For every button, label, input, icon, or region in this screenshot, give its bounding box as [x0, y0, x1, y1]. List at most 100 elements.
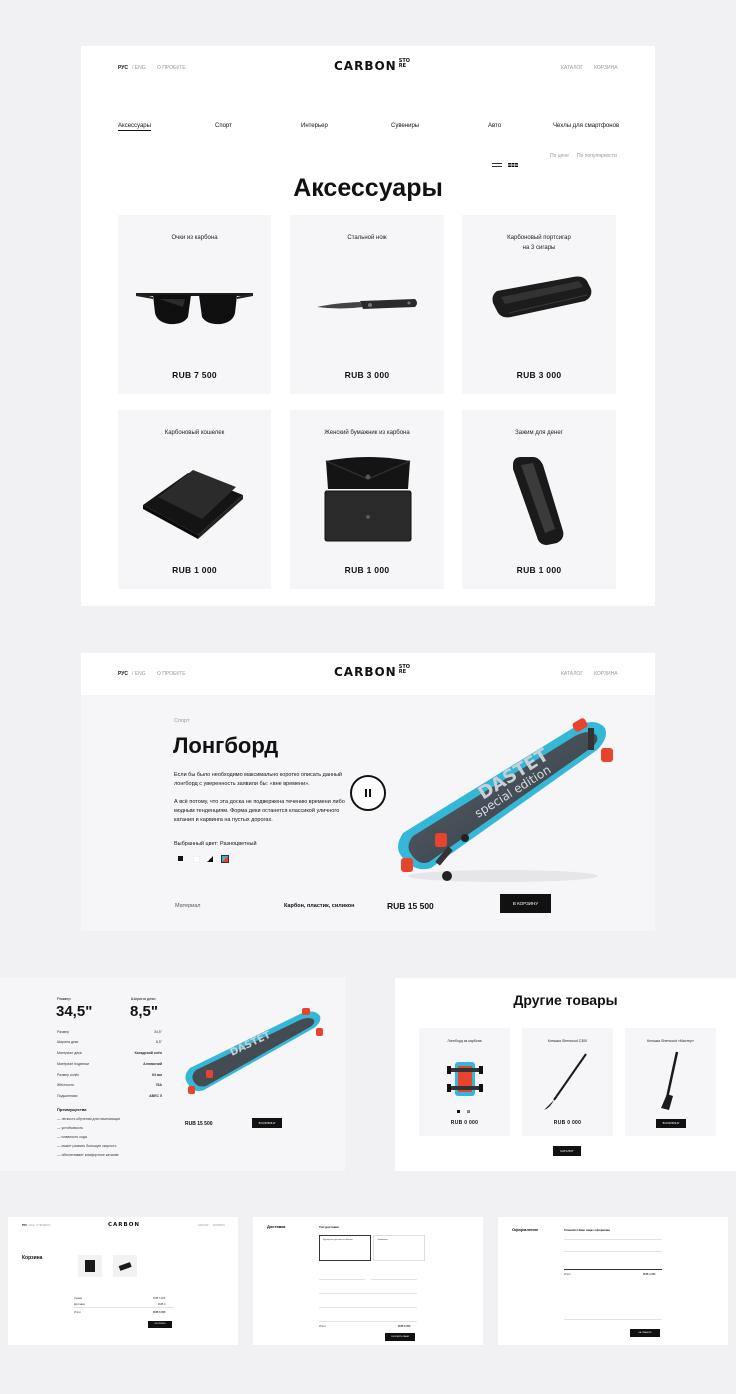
delivery-option[interactable]: Курьерская доставка по Москве	[319, 1235, 371, 1261]
specs-panel: Размер 34,5" Ширина деки 8,5" Размер 34,…	[0, 978, 345, 1171]
product-category[interactable]: Спорт	[174, 718, 189, 724]
color-swatch-white[interactable]	[193, 856, 200, 863]
about-link[interactable]: О ПРОЕКТЕ	[36, 1224, 50, 1227]
lang-en-link[interactable]: / ENG	[132, 65, 146, 71]
address-field[interactable]	[319, 1293, 417, 1294]
logo-text: CARBON	[334, 665, 397, 679]
address-field[interactable]	[371, 1279, 417, 1280]
product-name: Лонгборд из карбона	[447, 1039, 482, 1043]
product-price: RUB 15 500	[185, 1121, 213, 1127]
logo[interactable]: CARBON STO RE	[334, 59, 410, 74]
catalog-panel: РУС / ENG О ПРОЕКТЕ CARBON STO RE КАТАЛОГ …	[81, 46, 655, 606]
longboard-top-icon	[447, 1062, 483, 1096]
color-swatch-black[interactable]	[178, 856, 183, 861]
catalog-link[interactable]: КАТАЛОГ	[561, 671, 583, 677]
total-value: RUB 9 000	[398, 1325, 411, 1328]
lang-ru-link[interactable]: РУС	[22, 1224, 27, 1227]
logo[interactable]: CARBON STO RE	[334, 665, 410, 680]
product-card[interactable]: Стальной нож RUB 3 000	[290, 215, 444, 394]
catalog-link[interactable]: КАТАЛОГ	[198, 1224, 209, 1227]
cart-link[interactable]: КОРЗИНА	[594, 65, 618, 71]
product-name: Стальной нож	[347, 235, 387, 241]
cart-panel: РУС / ENG О ПРОЕКТЕ CARBON КАТАЛОГ КОРЗИ…	[8, 1217, 238, 1345]
address-field[interactable]	[319, 1279, 365, 1280]
longboard-image: DASTET special edition	[398, 718, 613, 882]
product-desc-line: Если бы было необходимо максимально коро…	[174, 772, 343, 778]
product-name-line2: на 3 сигары	[522, 245, 556, 251]
total-label: Итого	[564, 1273, 571, 1276]
pause-icon	[365, 789, 371, 797]
divider	[74, 1307, 174, 1308]
divider	[564, 1269, 662, 1270]
pause-button[interactable]	[350, 775, 386, 811]
product-card[interactable]: Карбоновый портсигар на 3 сигары RUB 3 0…	[462, 215, 616, 394]
address-field[interactable]	[319, 1307, 417, 1308]
catalog-link[interactable]: КАТАЛОГ	[561, 65, 583, 71]
delivery-option[interactable]: Самовывоз	[373, 1235, 425, 1261]
sum-label: Сумма	[74, 1297, 82, 1300]
product-name: Очки из карбона	[171, 235, 218, 241]
grid-view-icon[interactable]	[508, 154, 518, 167]
cart-link[interactable]: КОРЗИНА	[213, 1224, 225, 1227]
add-to-cart-button[interactable]: В КОРЗИНУ	[500, 894, 551, 913]
product-desc-line: А всё потому, что эта доска не подвержен…	[174, 799, 345, 805]
size-label: Размер	[57, 996, 71, 1001]
lang-en-link[interactable]: / ENG	[28, 1224, 35, 1227]
spec-value: Алюминий	[143, 1062, 162, 1066]
spec-value: 34,5"	[153, 1030, 162, 1034]
spec-value: 64 мм	[151, 1073, 162, 1077]
spec-label: Жёсткость	[57, 1083, 75, 1087]
money-clip-icon	[513, 457, 564, 545]
color-swatch-multi[interactable]	[221, 855, 229, 863]
add-to-cart-button[interactable]: В КОРЗИНУ	[252, 1118, 282, 1128]
product-card[interactable]: Зажим для денег RUB 1 000	[462, 410, 616, 589]
category-accessories[interactable]: Аксессуары	[118, 123, 151, 131]
color-swatch-half[interactable]	[207, 856, 213, 862]
place-order-button[interactable]: ОФОРМИТЬ ЗАКАЗ	[385, 1333, 415, 1341]
color-swatch-multi[interactable]	[467, 1110, 470, 1113]
hockey-stick-icon	[544, 1053, 587, 1110]
color-value: Разноцветный	[220, 841, 257, 847]
lang-ru-link[interactable]: РУС	[118, 671, 128, 677]
cart-link[interactable]: КОРЗИНА	[594, 671, 618, 677]
material-label: Материал	[175, 903, 201, 909]
category-auto[interactable]: Авто	[488, 123, 501, 129]
add-to-cart-button[interactable]: В КОРЗИНУ	[656, 1119, 686, 1128]
product-name: Зажим для денег	[515, 430, 563, 436]
product-card[interactable]: Карбоновый кошелек RUB 1 000	[118, 410, 271, 589]
checkout-button[interactable]: ОФОРМИТЬ	[148, 1321, 172, 1328]
product-card[interactable]: Женский бумажник из карбона RUB 1 000	[290, 410, 444, 589]
category-sport[interactable]: Спорт	[215, 123, 232, 129]
about-link[interactable]: О ПРОЕКТЕ	[157, 65, 186, 71]
home-button[interactable]: НА ГЛАВНУЮ	[630, 1329, 660, 1337]
product-price: RUB 1 000	[344, 565, 390, 575]
sort-price[interactable]: По цене	[550, 153, 569, 159]
other-product-card[interactable]: Лонгборд из карбона RUB 0 000	[419, 1028, 510, 1136]
catalog-button[interactable]: КАТАЛОГ	[553, 1146, 581, 1156]
product-price: RUB 15 500	[387, 901, 434, 911]
color-swatch-black[interactable]	[457, 1110, 460, 1113]
advantage-item: — обеспечивает комфортное катание	[57, 1153, 119, 1157]
advantage-item: — плавность хода	[57, 1135, 87, 1139]
spec-value: ABEC 5	[149, 1094, 162, 1098]
product-price: RUB 7 500	[172, 370, 217, 380]
product-name: Клюшка Sherwood С300	[547, 1039, 588, 1043]
category-souvenirs[interactable]: Сувениры	[391, 123, 419, 129]
category-phone-cases[interactable]: Чехлы для смартфонов	[553, 123, 619, 129]
width-label: Ширина деки	[131, 996, 156, 1001]
logo[interactable]: CARBON	[108, 1222, 140, 1228]
about-link[interactable]: О ПРОЕКТЕ	[157, 671, 186, 677]
lang-ru-link[interactable]: РУС	[118, 65, 128, 71]
lang-en-link[interactable]: / ENG	[132, 671, 146, 677]
other-product-card[interactable]: Клюшка Sherwood С300 RUB 0 000	[522, 1028, 613, 1136]
divider	[564, 1251, 662, 1252]
category-interior[interactable]: Интерьер	[301, 123, 328, 129]
logo-text: CARBON	[334, 59, 397, 73]
list-view-icon[interactable]	[492, 154, 502, 167]
product-card[interactable]: Очки из карбона RUB 7 500	[118, 215, 271, 394]
purse-icon	[324, 457, 412, 542]
other-product-card[interactable]: Клюшка Sherwood «Мастер» В КОРЗИНУ	[625, 1028, 716, 1136]
sort-popular[interactable]: По популярности	[577, 153, 617, 159]
confirm-title: Оформление	[512, 1227, 539, 1232]
longboard-image: DASTET	[185, 1008, 323, 1094]
